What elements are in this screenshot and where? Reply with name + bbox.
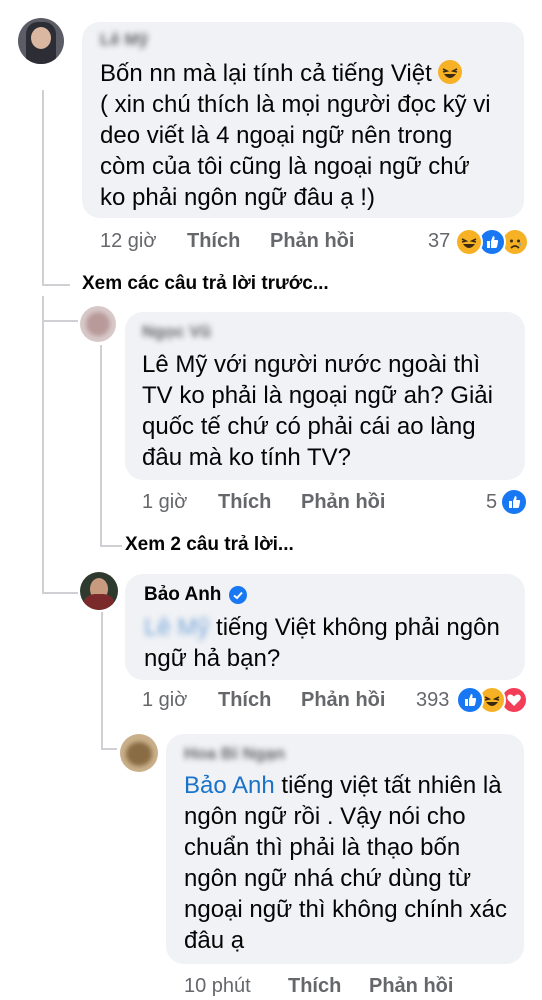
comment-text-note: ( xin chú thích là mọi người đọc kỹ vi d…: [100, 91, 491, 211]
mention-link[interactable]: Lê Mỹ: [144, 614, 209, 641]
like-button[interactable]: Thích: [288, 975, 341, 998]
comment-text: Lê Mỹ tiếng Việt không phải ngôn ngữ hả …: [144, 612, 514, 674]
comment-text-body: tiếng việt tất nhiên là ngôn ngữ rồi . V…: [184, 772, 507, 954]
reaction-count[interactable]: 37: [428, 230, 450, 253]
thread-line-connector: [42, 284, 70, 286]
reaction-count[interactable]: 5: [486, 491, 497, 514]
thread-line-sub-3: [101, 612, 103, 748]
thread-line-connector: [101, 748, 117, 750]
verified-badge-icon: [229, 586, 247, 604]
comment-author[interactable]: Bảo Anh: [144, 584, 221, 606]
avatar[interactable]: [18, 18, 64, 64]
like-button[interactable]: Thích: [187, 230, 240, 253]
laughing-emoji-icon: [438, 60, 463, 84]
reply-button[interactable]: Phản hồi: [270, 230, 354, 253]
comment-time[interactable]: 12 giờ: [100, 230, 156, 253]
comment-author[interactable]: Lê Mỹ: [100, 30, 148, 50]
reaction-count[interactable]: 393: [416, 689, 449, 712]
comment-text: Bốn nn mà lại tính cả tiếng Việt ( xin c…: [100, 58, 500, 213]
comment-author[interactable]: Ngọc Vũ: [142, 322, 211, 342]
comment-time[interactable]: 1 giờ: [142, 491, 187, 514]
thread-line-main: [42, 90, 44, 286]
thread-line-sub: [100, 345, 102, 545]
like-button[interactable]: Thích: [218, 491, 271, 514]
haha-icon: [455, 228, 483, 256]
comment-author[interactable]: Hoa Bỉ Ngạn: [184, 744, 285, 764]
reply-button[interactable]: Phản hồi: [369, 975, 453, 998]
view-previous-replies-link[interactable]: Xem các câu trả lời trước...: [82, 273, 329, 295]
avatar[interactable]: [80, 306, 116, 342]
reply-button[interactable]: Phản hồi: [301, 491, 385, 514]
comment-time[interactable]: 1 giờ: [142, 689, 187, 712]
thread-line-main-2: [42, 296, 44, 592]
thread-line-connector: [42, 592, 78, 594]
comment-text: Bảo Anh tiếng việt tất nhiên là ngôn ngữ…: [184, 770, 509, 956]
thread-line-sub-2: [42, 320, 78, 322]
like-icon: [500, 488, 528, 516]
avatar[interactable]: [80, 572, 118, 610]
avatar[interactable]: [120, 734, 158, 772]
like-button[interactable]: Thích: [218, 689, 271, 712]
mention-link[interactable]: Bảo Anh: [184, 772, 275, 799]
reply-button[interactable]: Phản hồi: [301, 689, 385, 712]
comment-text: Lê Mỹ với người nước ngoài thì TV ko phả…: [142, 351, 493, 471]
comment-time[interactable]: 10 phút: [184, 975, 251, 998]
thread-line-connector: [100, 545, 122, 547]
comment-text-line: Bốn nn mà lại tính cả tiếng Việt: [100, 60, 432, 87]
like-icon: [456, 686, 484, 714]
view-replies-link[interactable]: Xem 2 câu trả lời...: [125, 534, 294, 556]
